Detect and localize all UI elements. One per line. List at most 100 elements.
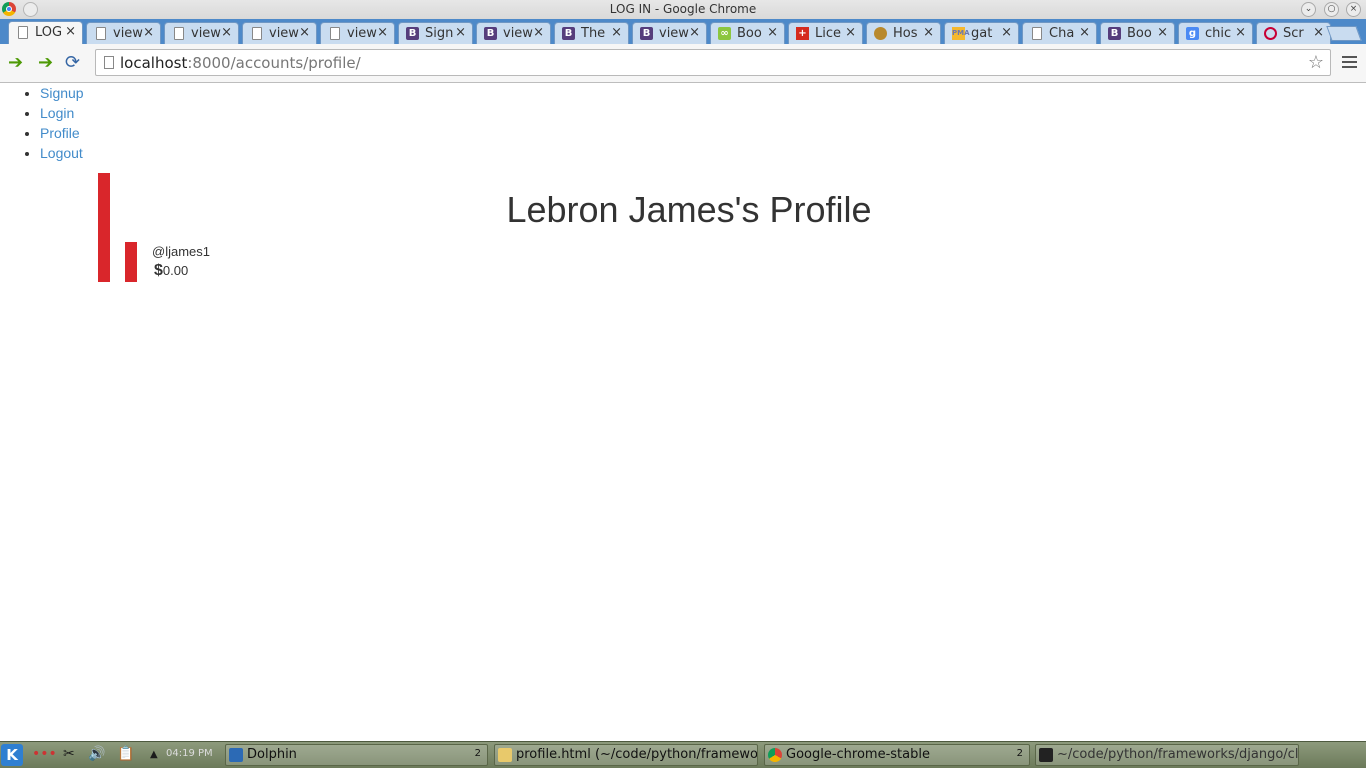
tab-close-icon[interactable]: × bbox=[65, 24, 76, 39]
browser-tab[interactable]: ∞ Boo × bbox=[710, 22, 785, 44]
username-handle: @ljames1 bbox=[152, 244, 210, 259]
tab-close-icon[interactable]: × bbox=[377, 25, 388, 40]
clipboard-icon[interactable]: 📋 bbox=[117, 746, 134, 762]
nav-item-signup: Signup bbox=[40, 83, 84, 103]
task-label: profile.html (~/code/python/framework bbox=[516, 747, 758, 762]
tab-title: Cha bbox=[1049, 26, 1075, 41]
task-editor[interactable]: profile.html (~/code/python/framework bbox=[494, 744, 758, 766]
close-window-button[interactable]: × bbox=[1346, 2, 1361, 17]
page-icon bbox=[1032, 27, 1042, 40]
tab-title: chic bbox=[1205, 26, 1232, 41]
nav-item-profile: Profile bbox=[40, 123, 84, 143]
page-icon bbox=[104, 56, 114, 69]
task-label: Dolphin bbox=[247, 747, 297, 762]
url-host: localhost bbox=[120, 54, 188, 72]
task-chrome[interactable]: Google-chrome-stable 2 bbox=[764, 744, 1030, 766]
task-dolphin[interactable]: Dolphin 2 bbox=[225, 744, 488, 766]
window-title: LOG IN - Google Chrome bbox=[609, 2, 757, 16]
tab-close-icon[interactable]: × bbox=[299, 25, 310, 40]
tab-close-icon[interactable]: × bbox=[143, 25, 154, 40]
browser-tab[interactable]: B Boo × bbox=[1100, 22, 1175, 44]
browser-tab[interactable]: B Sign × bbox=[398, 22, 473, 44]
tab-close-icon[interactable]: × bbox=[533, 25, 544, 40]
browser-tab[interactable]: PMA gat × bbox=[944, 22, 1019, 44]
text-editor-icon bbox=[498, 748, 512, 762]
tab-title: view bbox=[191, 26, 221, 41]
activity-icon[interactable]: ••• bbox=[32, 746, 57, 762]
forward-arrow-icon[interactable]: ➔ bbox=[38, 53, 53, 73]
page-icon bbox=[18, 26, 28, 39]
task-count: 2 bbox=[1016, 748, 1023, 759]
back-arrow-icon[interactable]: ➔ bbox=[8, 53, 23, 73]
tab-strip: LOG × view × view × view × view × B Sign × Bview × B The… bbox=[0, 19, 1366, 44]
tab-close-icon[interactable]: × bbox=[221, 25, 232, 40]
browser-tab[interactable]: Scr × bbox=[1256, 22, 1331, 44]
window-menu-button[interactable] bbox=[23, 2, 38, 17]
browser-tab[interactable]: view × bbox=[242, 22, 317, 44]
kde-menu-icon[interactable]: K bbox=[1, 744, 23, 766]
browser-tab[interactable]: + Lice × bbox=[788, 22, 863, 44]
signup-link[interactable]: Signup bbox=[40, 85, 84, 101]
page-icon bbox=[96, 27, 106, 40]
tab-close-icon[interactable]: × bbox=[611, 25, 622, 40]
bookmark-star-icon[interactable]: ☆ bbox=[1308, 52, 1324, 73]
browser-tab[interactable]: LOG × bbox=[8, 21, 83, 44]
page-icon bbox=[330, 27, 340, 40]
tab-title: view bbox=[347, 26, 377, 41]
folder-icon bbox=[229, 748, 243, 762]
task-terminal[interactable]: ~/code/python/frameworks/django/cl bbox=[1035, 744, 1299, 766]
new-tab-button[interactable] bbox=[1326, 26, 1362, 41]
clock[interactable]: 04:19 PM bbox=[166, 748, 213, 759]
tab-title: gat bbox=[971, 26, 993, 41]
address-bar[interactable]: localhost:8000/accounts/profile/ ☆ bbox=[95, 49, 1331, 76]
browser-tab[interactable]: view × bbox=[86, 22, 161, 44]
logout-link[interactable]: Logout bbox=[40, 145, 83, 161]
reload-icon[interactable]: ⟳ bbox=[65, 53, 80, 73]
maximize-button[interactable]: ○ bbox=[1324, 2, 1339, 17]
browser-tab[interactable]: Bview × bbox=[632, 22, 707, 44]
tab-title: Sign bbox=[425, 26, 454, 41]
browser-toolbar: ➔ ➔ ⟳ localhost:8000/accounts/profile/ ☆ bbox=[0, 44, 1366, 83]
volume-icon[interactable]: 🔊 bbox=[88, 746, 105, 762]
tab-title: view bbox=[503, 26, 533, 41]
tray-arrow-icon[interactable]: ▲ bbox=[150, 749, 158, 760]
tab-close-icon[interactable]: × bbox=[689, 25, 700, 40]
browser-tab[interactable]: B The × bbox=[554, 22, 629, 44]
browser-tab[interactable]: Hos × bbox=[866, 22, 941, 44]
terminal-icon bbox=[1039, 748, 1053, 762]
page-content: Signup Login Profile Logout Lebron James… bbox=[0, 83, 1366, 741]
scissors-icon[interactable]: ✂ bbox=[63, 746, 75, 762]
tab-close-icon[interactable]: × bbox=[455, 25, 466, 40]
tab-close-icon[interactable]: × bbox=[1313, 25, 1324, 40]
browser-tab[interactable]: view × bbox=[320, 22, 395, 44]
tab-close-icon[interactable]: × bbox=[1235, 25, 1246, 40]
tab-close-icon[interactable]: × bbox=[767, 25, 778, 40]
tab-title: The bbox=[581, 26, 606, 41]
tab-close-icon[interactable]: × bbox=[845, 25, 856, 40]
address-url[interactable]: localhost:8000/accounts/profile/ bbox=[120, 54, 361, 72]
bootstrap-icon: B bbox=[484, 27, 497, 40]
chrome-menu-icon[interactable] bbox=[1342, 56, 1357, 71]
tab-close-icon[interactable]: × bbox=[1001, 25, 1012, 40]
tab-title: Boo bbox=[737, 26, 762, 41]
browser-tab[interactable]: Cha × bbox=[1022, 22, 1097, 44]
profile-link[interactable]: Profile bbox=[40, 125, 80, 141]
cat-icon bbox=[874, 27, 887, 40]
google-icon: g bbox=[1186, 27, 1199, 40]
tab-close-icon[interactable]: × bbox=[1157, 25, 1168, 40]
window-titlebar: LOG IN - Google Chrome ⌄ ○ × bbox=[0, 0, 1366, 19]
tab-title: Boo bbox=[1127, 26, 1152, 41]
minimize-button[interactable]: ⌄ bbox=[1301, 2, 1316, 17]
tab-close-icon[interactable]: × bbox=[923, 25, 934, 40]
login-link[interactable]: Login bbox=[40, 105, 74, 121]
browser-tab[interactable]: Bview × bbox=[476, 22, 551, 44]
browser-tab[interactable]: view × bbox=[164, 22, 239, 44]
chrome-logo-icon bbox=[2, 2, 16, 16]
page-icon bbox=[174, 27, 184, 40]
browser-tab[interactable]: g chic × bbox=[1178, 22, 1253, 44]
chrome-icon bbox=[768, 748, 782, 762]
tab-title: view bbox=[659, 26, 689, 41]
task-label: ~/code/python/frameworks/django/cl bbox=[1057, 747, 1299, 762]
tab-close-icon[interactable]: × bbox=[1079, 25, 1090, 40]
bootstrap-icon: B bbox=[1108, 27, 1121, 40]
